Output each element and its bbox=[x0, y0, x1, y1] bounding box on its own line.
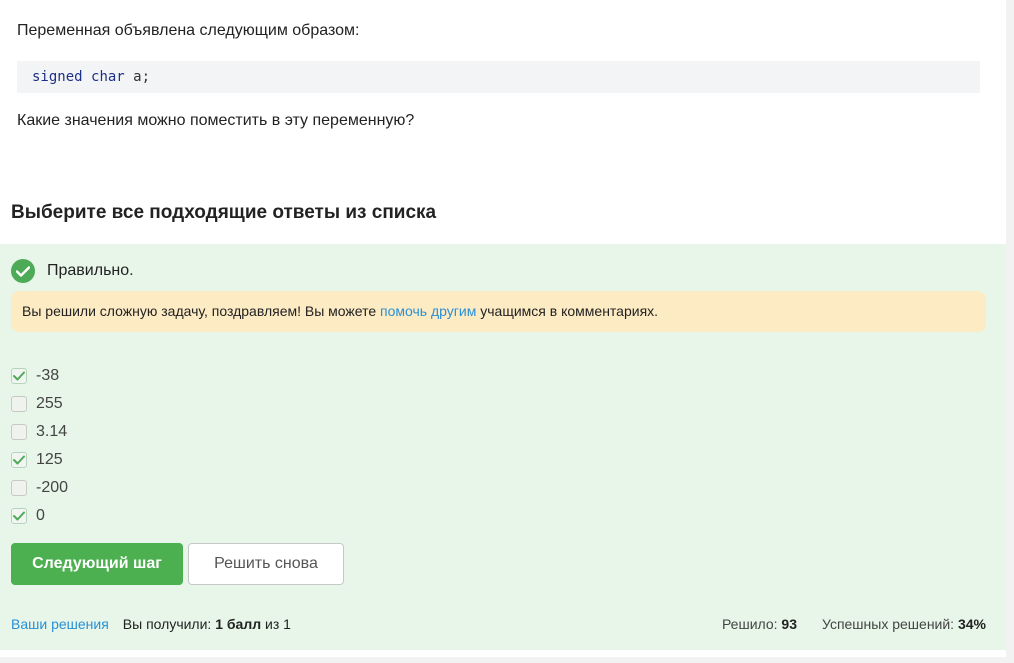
answers-section-title: Выберите все подходящие ответы из списка bbox=[11, 202, 437, 223]
checkbox[interactable] bbox=[11, 396, 27, 412]
next-step-button[interactable]: Следующий шаг bbox=[11, 543, 183, 585]
score-label: Вы получили: bbox=[122, 616, 216, 632]
answer-option-label: 0 bbox=[36, 507, 45, 524]
answer-option[interactable]: 0 bbox=[11, 502, 68, 530]
result-panel: Правильно. Вы решили сложную задачу, поз… bbox=[0, 244, 1006, 650]
answer-options-list: -38 255 3.14 125 -200 0 bbox=[11, 362, 68, 530]
my-solutions-link[interactable]: Ваши решения bbox=[11, 616, 109, 632]
answer-option-label: -38 bbox=[36, 367, 60, 384]
code-keyword-signed: signed bbox=[32, 69, 83, 85]
code-snippet: signed char a; bbox=[17, 61, 980, 93]
question-intro: Переменная объявлена следующим образом: bbox=[17, 22, 360, 39]
submission-footer: Ваши решения Вы получили: 1 балл из 1 Ре… bbox=[11, 616, 986, 632]
answer-option-label: 255 bbox=[36, 395, 63, 412]
checkmark-icon bbox=[13, 455, 25, 465]
answer-option-label: 3.14 bbox=[36, 423, 68, 440]
checkbox[interactable] bbox=[11, 480, 27, 496]
page-right-gutter bbox=[1006, 0, 1014, 663]
score-value: 1 балл bbox=[215, 616, 262, 632]
answer-option-label: -200 bbox=[36, 479, 69, 496]
page-bottom-gutter bbox=[0, 657, 1014, 663]
answer-option[interactable]: -38 bbox=[11, 362, 68, 390]
congrats-text-before: Вы решили сложную задачу, поздравляем! В… bbox=[22, 303, 381, 319]
congrats-text-after: учащимся в комментариях. bbox=[476, 303, 659, 319]
code-keyword-char: char bbox=[91, 69, 125, 85]
success-value: 34% bbox=[957, 616, 986, 632]
action-buttons: Следующий шаг Решить снова bbox=[11, 543, 344, 585]
check-circle-icon bbox=[11, 259, 35, 283]
solve-again-button[interactable]: Решить снова bbox=[188, 543, 344, 585]
answer-option-label: 125 bbox=[36, 451, 63, 468]
score-info: Вы получили: 1 балл из 1 bbox=[123, 616, 291, 632]
help-others-link[interactable]: помочь другим bbox=[380, 303, 476, 319]
answer-option[interactable]: 255 bbox=[11, 390, 68, 418]
solved-count: Решило: 93 bbox=[722, 616, 797, 632]
checkbox[interactable] bbox=[11, 424, 27, 440]
solved-label: Решило: bbox=[721, 616, 782, 632]
code-identifier: a; bbox=[133, 69, 151, 85]
score-max: из 1 bbox=[261, 616, 291, 632]
checkbox[interactable] bbox=[11, 368, 27, 384]
checkbox[interactable] bbox=[11, 508, 27, 524]
answer-option[interactable]: -200 bbox=[11, 474, 68, 502]
solved-value: 93 bbox=[781, 616, 797, 632]
question-prompt: Какие значения можно поместить в эту пер… bbox=[17, 112, 415, 129]
checkbox[interactable] bbox=[11, 452, 27, 468]
success-rate: Успешных решений: 34% bbox=[822, 616, 986, 632]
answer-option[interactable]: 125 bbox=[11, 446, 68, 474]
checkmark-icon bbox=[13, 371, 25, 381]
checkmark-icon bbox=[13, 511, 25, 521]
success-label: Успешных решений: bbox=[821, 616, 958, 632]
status-text: Правильно. bbox=[47, 262, 134, 279]
status-row: Правильно. bbox=[11, 259, 134, 283]
answer-option[interactable]: 3.14 bbox=[11, 418, 68, 446]
congrats-notice: Вы решили сложную задачу, поздравляем! В… bbox=[11, 291, 986, 332]
